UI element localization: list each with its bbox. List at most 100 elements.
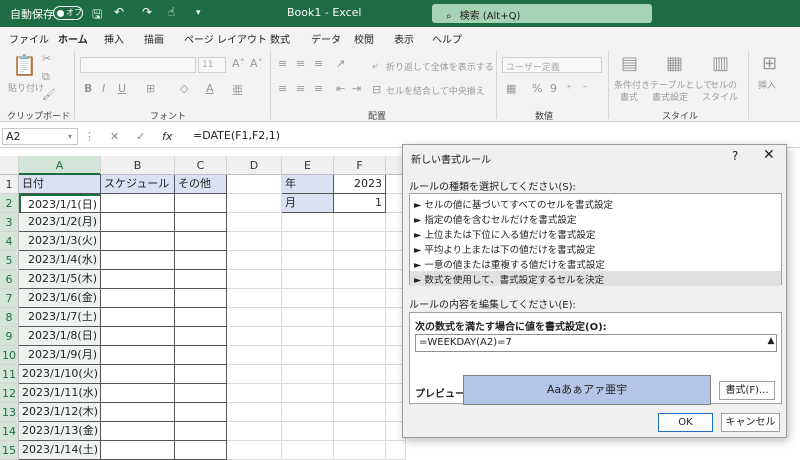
redo-icon[interactable]: ↷ (142, 5, 152, 19)
cancel-icon[interactable]: ✕ (110, 130, 119, 143)
cell[interactable] (101, 384, 175, 403)
row-header[interactable]: 9 (0, 327, 19, 346)
rule-type-item[interactable]: ► 上位または下位に入る値だけを書式設定 (410, 226, 781, 241)
increase-decimal-icon[interactable]: ⁺ (566, 82, 572, 95)
cell[interactable] (334, 251, 386, 270)
font-size-combo[interactable]: 11 (198, 57, 226, 73)
indent-icon[interactable]: ⇤ (336, 82, 345, 95)
cell[interactable] (175, 308, 227, 327)
cell[interactable] (282, 403, 334, 422)
date-cell[interactable]: 2023/1/14(土) (19, 441, 101, 460)
decrease-font-icon[interactable]: A˅ (250, 57, 263, 70)
cell[interactable] (175, 346, 227, 365)
cell[interactable] (386, 441, 406, 460)
cell[interactable] (282, 232, 334, 251)
date-cell[interactable]: 2023/1/12(木) (19, 403, 101, 422)
rule-type-item[interactable]: ► セルの値に基づいてすべてのセルを書式設定 (410, 196, 781, 211)
save-icon[interactable]: 🖫 (92, 5, 102, 26)
cell[interactable] (227, 346, 282, 365)
cell[interactable] (334, 232, 386, 251)
date-cell[interactable]: 2023/1/5(木) (19, 270, 101, 289)
column-header-f[interactable]: F (334, 156, 386, 175)
column-header-c[interactable]: C (175, 156, 227, 175)
cell[interactable] (227, 270, 282, 289)
format-button[interactable]: 書式(F)... (719, 381, 775, 400)
cell[interactable] (175, 365, 227, 384)
customize-toolbar-icon[interactable]: ▾ (196, 8, 201, 18)
number-format-combo[interactable]: ユーザー定義 (502, 57, 602, 73)
cell[interactable] (282, 213, 334, 232)
cell[interactable] (101, 441, 175, 460)
cell-styles-icon[interactable]: ▥ (712, 53, 729, 74)
undo-icon[interactable]: ↶ (114, 5, 124, 19)
border-icon[interactable]: ⊞ (146, 82, 155, 95)
row-header[interactable]: 12 (0, 384, 19, 403)
cell[interactable] (334, 346, 386, 365)
column-header-d[interactable]: D (227, 156, 282, 175)
cell[interactable] (282, 308, 334, 327)
rule-type-item[interactable]: ► 平均より上または下の値だけを書式設定 (410, 241, 781, 256)
cell[interactable] (101, 251, 175, 270)
italic-icon[interactable]: I (102, 82, 105, 95)
cell[interactable] (334, 270, 386, 289)
cell[interactable] (101, 232, 175, 251)
cell[interactable] (227, 213, 282, 232)
row-header[interactable]: 8 (0, 308, 19, 327)
cell[interactable] (282, 346, 334, 365)
tab-review[interactable]: 校閲 (354, 31, 374, 46)
date-cell[interactable]: 2023/1/13(金) (19, 422, 101, 441)
phonetic-icon[interactable]: 亜 (232, 82, 243, 98)
cell[interactable] (175, 403, 227, 422)
cell[interactable] (282, 327, 334, 346)
ok-button[interactable]: OK (658, 413, 713, 432)
cell[interactable] (334, 422, 386, 441)
search-box[interactable]: ⌕ 検索 (Alt+Q) (432, 4, 652, 23)
cell[interactable] (175, 232, 227, 251)
date-cell[interactable]: 2023/1/9(月) (19, 346, 101, 365)
cell[interactable] (334, 441, 386, 460)
insert-cells-label[interactable]: 挿入 (758, 78, 776, 91)
cell[interactable] (175, 194, 227, 213)
cell[interactable] (227, 365, 282, 384)
cell[interactable] (175, 251, 227, 270)
align-right-icon[interactable]: ≡ (314, 82, 323, 95)
help-icon[interactable]: ? (732, 149, 738, 163)
accounting-icon[interactable]: ▦ (506, 82, 516, 95)
cell[interactable] (282, 365, 334, 384)
rule-formula-input[interactable]: =WEEKDAY(A2)=7 ▲ (415, 334, 777, 352)
bold-icon[interactable]: B (84, 82, 92, 95)
rule-type-item[interactable]: ► 一意の値または重複する値だけを書式設定 (410, 256, 781, 271)
font-color-icon[interactable]: A (206, 82, 214, 95)
align-bottom-icon[interactable]: ≡ (314, 57, 323, 70)
align-center-icon[interactable]: ≡ (296, 82, 305, 95)
cell[interactable] (227, 441, 282, 460)
header-cell[interactable]: 日付 (19, 175, 101, 194)
cell[interactable] (282, 441, 334, 460)
tab-page-layout[interactable]: ページ レイアウト (184, 31, 267, 46)
cell[interactable] (334, 403, 386, 422)
percent-icon[interactable]: % (532, 82, 542, 95)
orientation-icon[interactable]: ↗ (336, 57, 345, 70)
label-cell[interactable]: 年 (282, 175, 334, 194)
cell[interactable] (175, 384, 227, 403)
cell[interactable] (101, 403, 175, 422)
row-header[interactable]: 3 (0, 213, 19, 232)
date-cell[interactable]: 2023/1/3(火) (19, 232, 101, 251)
merge-label[interactable]: セルを結合して中央揃え (386, 84, 485, 97)
date-cell[interactable]: 2023/1/8(日) (19, 327, 101, 346)
cell[interactable] (175, 270, 227, 289)
collapse-dialog-icon[interactable]: ▲ (766, 336, 776, 350)
cell[interactable] (175, 213, 227, 232)
cell[interactable] (334, 384, 386, 403)
date-cell[interactable]: 2023/1/11(水) (19, 384, 101, 403)
align-left-icon[interactable]: ≡ (278, 82, 287, 95)
cell[interactable] (101, 270, 175, 289)
cell[interactable] (282, 289, 334, 308)
cell[interactable] (101, 422, 175, 441)
cell[interactable] (101, 308, 175, 327)
wrap-text-label[interactable]: 折り返して全体を表示する (386, 60, 494, 73)
cell[interactable] (227, 327, 282, 346)
cell[interactable] (101, 365, 175, 384)
cell[interactable] (334, 213, 386, 232)
rule-type-item-selected[interactable]: ► 数式を使用して、書式設定するセルを決定 (410, 271, 781, 286)
